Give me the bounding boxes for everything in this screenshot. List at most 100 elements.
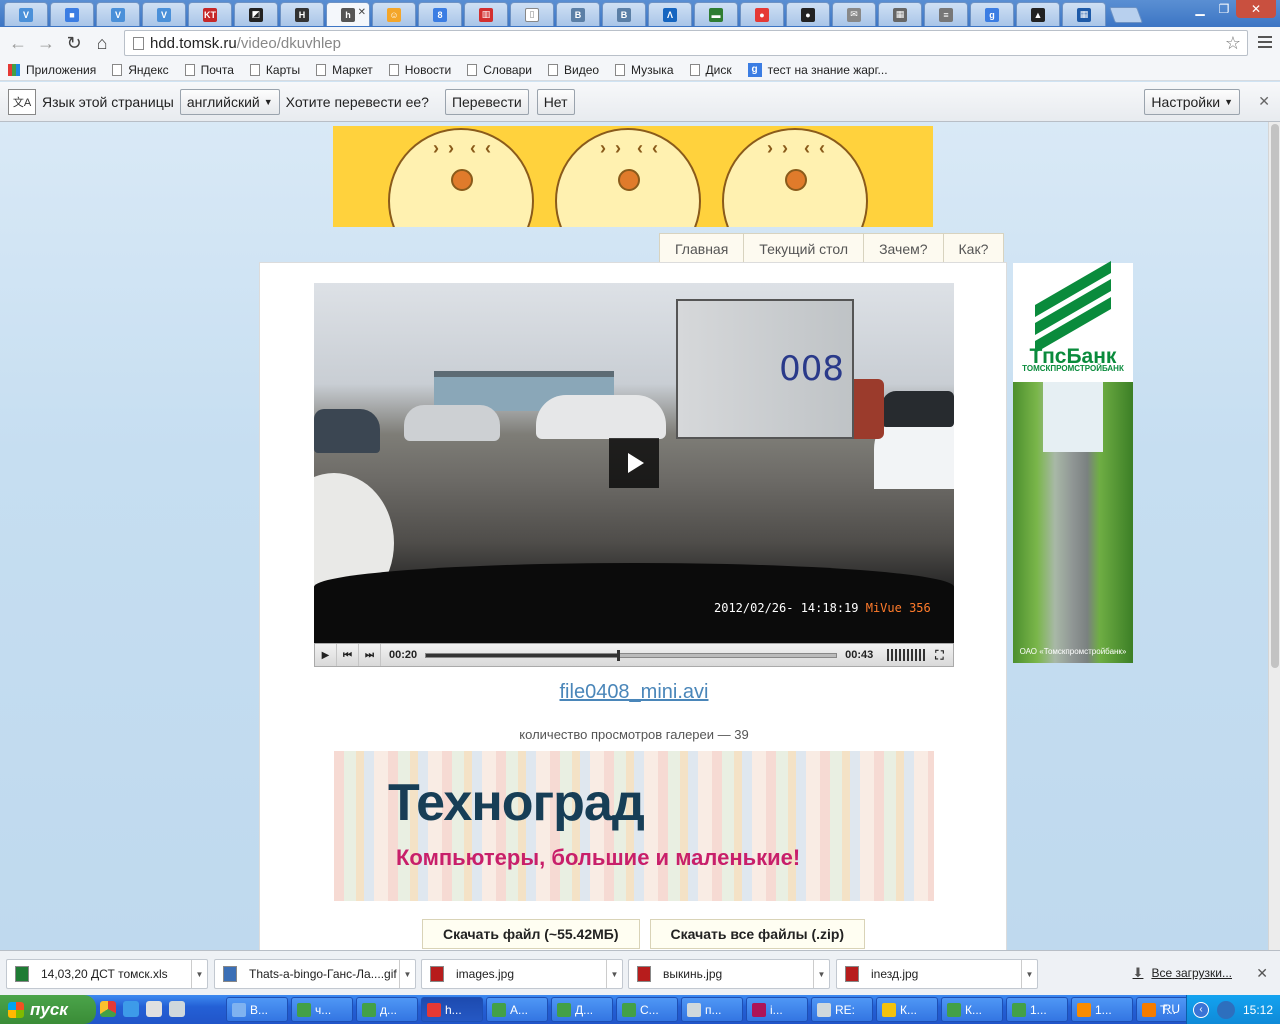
close-shelf-icon[interactable]: ✕ — [1256, 965, 1268, 982]
bookmark-item[interactable]: Диск — [689, 63, 732, 77]
taskbar-window-button[interactable]: 1... — [1071, 997, 1133, 1022]
browser-tab[interactable]: ✉ — [832, 2, 876, 26]
browser-tab[interactable]: g — [970, 2, 1014, 26]
taskbar-window-button[interactable]: Д... — [551, 997, 613, 1022]
bookmark-item[interactable]: Яндекс — [112, 63, 169, 77]
taskbar-window-button[interactable]: 1... — [1006, 997, 1068, 1022]
nav-tab[interactable]: Текущий стол — [744, 233, 865, 263]
previous-icon[interactable]: ⏮ — [337, 644, 359, 666]
minimize-icon[interactable]: ▁ — [1188, 0, 1212, 18]
reload-button[interactable]: ↻ — [60, 29, 88, 57]
chrome-icon[interactable] — [100, 1001, 116, 1017]
all-downloads-link[interactable]: ⬇ Все загрузки... — [1133, 965, 1232, 981]
bookmark-item[interactable]: Новости — [388, 63, 451, 77]
taskbar-window-button[interactable]: В... — [226, 997, 288, 1022]
bookmark-item[interactable]: Приложения — [8, 63, 96, 77]
new-tab-button[interactable] — [1109, 7, 1143, 23]
download-item[interactable]: 14,03,20 ДСТ томск.xls ▼ — [6, 959, 208, 989]
browser-tab[interactable]: ◩ — [234, 2, 278, 26]
download-item[interactable]: выкинь.jpg ▼ — [628, 959, 830, 989]
seek-handle[interactable] — [617, 649, 621, 661]
tray-app-icon[interactable] — [1217, 1000, 1235, 1019]
browser-tab[interactable]: ▦ — [878, 2, 922, 26]
download-file-button[interactable]: Скачать файл (~55.42МБ) — [422, 919, 640, 949]
restore-icon[interactable]: ❐ — [1212, 0, 1236, 18]
browser-tab[interactable]: KT — [188, 2, 232, 26]
language-select[interactable]: английский ▼ — [179, 88, 280, 115]
browser-tab[interactable]: H — [280, 2, 324, 26]
browser-tab[interactable]: Λ — [648, 2, 692, 26]
download-item[interactable]: Thats-a-bingo-Ганс-Ла....gif ▼ — [214, 959, 416, 989]
fullscreen-icon[interactable]: ⛶ — [935, 648, 943, 663]
taskbar-window-button[interactable]: h... — [421, 997, 483, 1022]
chevron-down-icon[interactable]: ▼ — [813, 960, 829, 988]
chevron-down-icon[interactable]: ▼ — [191, 960, 207, 988]
nav-tab[interactable]: Как? — [943, 233, 1005, 263]
bank-side-ad[interactable]: ТпсБанк ТОМСКПРОМСТРОЙБАНК ОАО «Томскпро… — [1013, 261, 1133, 663]
chevron-down-icon[interactable]: ▼ — [399, 960, 415, 988]
browser-tab[interactable]: ≡ — [924, 2, 968, 26]
back-button[interactable]: ← — [4, 29, 32, 57]
browser-tab[interactable]: ● — [740, 2, 784, 26]
browser-tab[interactable]: B — [602, 2, 646, 26]
nav-tab[interactable]: Зачем? — [864, 233, 944, 263]
scroll-thumb[interactable] — [1271, 124, 1279, 668]
next-icon[interactable]: ⏭ — [359, 644, 381, 666]
browser-tab[interactable]: ☺ — [372, 2, 416, 26]
chevron-down-icon[interactable]: ▼ — [606, 960, 622, 988]
chrome-menu-icon[interactable] — [1258, 36, 1272, 51]
page-scrollbar[interactable] — [1268, 122, 1280, 950]
bookmark-item[interactable]: Почта — [184, 63, 234, 77]
download-all-button[interactable]: Скачать все файлы (.zip) — [649, 919, 866, 949]
tab-close-icon[interactable]: ✕ — [358, 7, 366, 18]
browser-tab[interactable]: ▯ — [510, 2, 554, 26]
window-close-icon[interactable]: ✕ — [1236, 0, 1276, 18]
address-bar[interactable]: hdd.tomsk.ru /video/dkuvhlep ☆ — [124, 30, 1248, 56]
volume-slider[interactable] — [887, 649, 928, 661]
language-indicator[interactable]: RU — [1163, 1002, 1180, 1016]
play-icon[interactable]: ▶ — [315, 644, 337, 666]
bookmark-star-icon[interactable]: ☆ — [1225, 33, 1241, 54]
taskbar-window-button[interactable]: п... — [681, 997, 743, 1022]
taskbar-window-button[interactable]: А... — [486, 997, 548, 1022]
bookmark-item[interactable]: g тест на знание жарг... — [747, 62, 888, 77]
no-translate-button[interactable]: Нет — [536, 88, 575, 115]
chevron-down-icon[interactable]: ▼ — [1021, 960, 1037, 988]
tekhnograd-banner-ad[interactable]: Техноград Компьютеры, большие и маленьки… — [334, 751, 934, 901]
bookmark-item[interactable]: Музыка — [615, 63, 674, 77]
bookmark-item[interactable]: Словари — [467, 63, 532, 77]
bookmark-item[interactable]: Карты — [249, 63, 300, 77]
taskbar-window-button[interactable]: К... — [876, 997, 938, 1022]
start-button[interactable]: пуск — [0, 995, 96, 1024]
desktop-icon[interactable] — [169, 1001, 185, 1017]
taskbar-window-button[interactable]: ч... — [291, 997, 353, 1022]
translate-settings-button[interactable]: Настройки ▼ — [1144, 89, 1240, 115]
browser-tab[interactable]: ● — [786, 2, 830, 26]
top-banner-ad[interactable]: › › ‹ ‹ › › ‹ ‹ › › ‹ ‹ — [333, 126, 933, 227]
browser-tab[interactable]: ▬ — [694, 2, 738, 26]
bookmark-item[interactable]: Видео — [547, 63, 599, 77]
browser-tab[interactable]: V — [96, 2, 140, 26]
taskbar-window-button[interactable]: С... — [616, 997, 678, 1022]
browser-tab[interactable]: h ✕ — [326, 2, 370, 26]
taskbar-window-button[interactable]: i... — [746, 997, 808, 1022]
taskbar-window-button[interactable]: д... — [356, 997, 418, 1022]
download-item[interactable]: images.jpg ▼ — [421, 959, 623, 989]
forward-button[interactable]: → — [32, 29, 60, 57]
video-player[interactable]: 008 2012/02/26- 14:18:19 MiVue 356 ▶ ⏮ ⏭… — [314, 283, 954, 667]
browser-tab[interactable]: ▦ — [1062, 2, 1106, 26]
ie-icon[interactable] — [123, 1001, 139, 1017]
browser-tab[interactable]: ▲ — [1016, 2, 1060, 26]
browser-tab[interactable]: B — [556, 2, 600, 26]
browser-tab[interactable]: ■ — [50, 2, 94, 26]
file-link[interactable]: file0408_mini.avi — [260, 681, 1008, 704]
mail-icon[interactable] — [146, 1001, 162, 1017]
close-translate-icon[interactable]: ✕ — [1258, 93, 1270, 110]
browser-tab[interactable]: V — [4, 2, 48, 26]
translate-button[interactable]: Перевести — [444, 88, 529, 115]
tray-expand-icon[interactable]: ‹ — [1193, 1001, 1209, 1018]
browser-tab[interactable]: ▥ — [464, 2, 508, 26]
nav-tab[interactable]: Главная — [659, 233, 745, 263]
seek-bar[interactable] — [425, 649, 838, 661]
bookmark-item[interactable]: Маркет — [316, 63, 373, 77]
